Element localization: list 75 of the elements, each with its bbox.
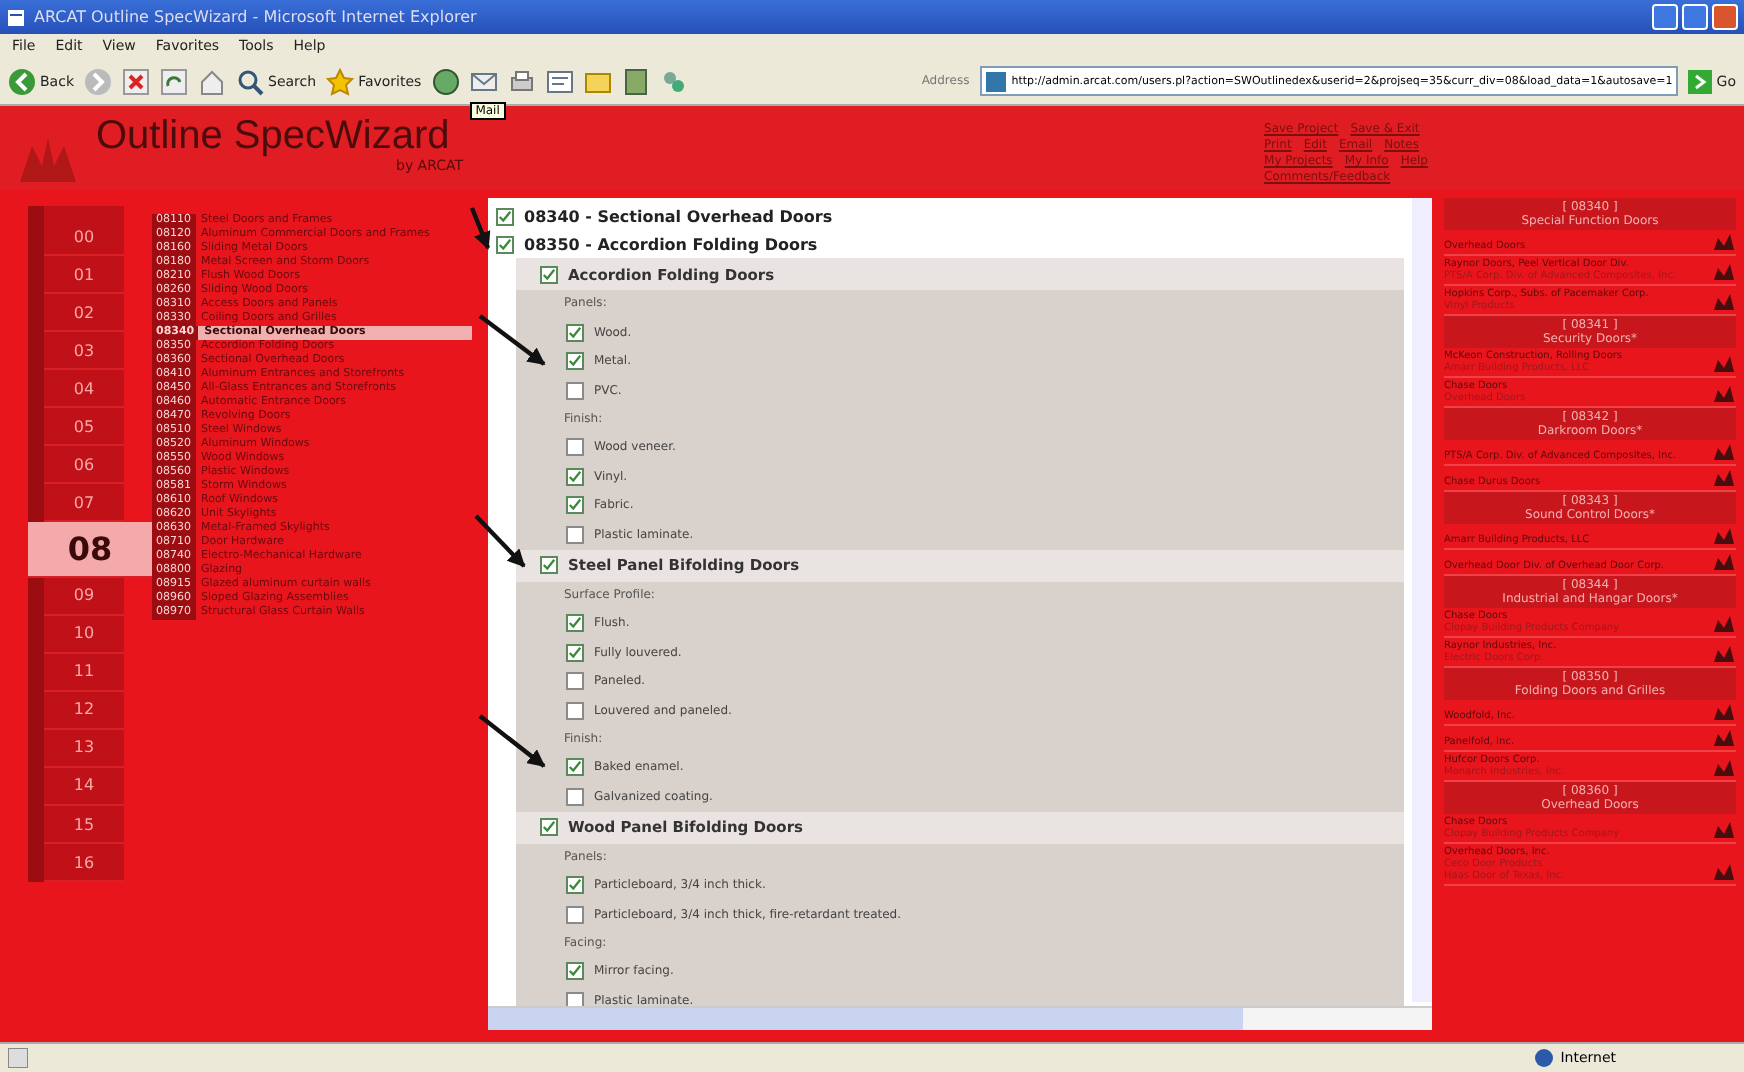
search-icon: [236, 67, 264, 95]
crown-icon[interactable]: [1712, 758, 1736, 778]
crown-logo-icon: [16, 134, 76, 186]
division-tab[interactable]: 12: [44, 691, 124, 730]
checkbox[interactable]: [496, 207, 514, 225]
crown-icon[interactable]: [1712, 468, 1736, 488]
crown-icon[interactable]: [1712, 384, 1736, 404]
crown-icon[interactable]: [1712, 862, 1736, 882]
crown-icon[interactable]: [1712, 354, 1736, 374]
division-tab[interactable]: 06: [44, 446, 124, 485]
division-tab[interactable]: 16: [44, 844, 124, 883]
checkbox[interactable]: [566, 905, 584, 924]
crown-icon[interactable]: [1712, 820, 1736, 840]
division-tab[interactable]: 09: [44, 577, 124, 616]
print-icon[interactable]: [507, 67, 536, 95]
checkbox[interactable]: [566, 758, 584, 777]
checkbox[interactable]: [566, 525, 584, 544]
checkbox[interactable]: [566, 614, 584, 633]
section-title: 08350 - Accordion Folding Doors: [524, 235, 818, 253]
vertical-scrollbar[interactable]: [1412, 198, 1432, 1002]
mail-icon[interactable]: [469, 67, 498, 95]
crown-icon[interactable]: [1712, 262, 1736, 282]
division-tab[interactable]: 05: [44, 408, 124, 447]
checkbox[interactable]: [566, 381, 584, 400]
globe-icon: [1534, 1048, 1555, 1068]
checkbox[interactable]: [566, 438, 584, 457]
checkbox[interactable]: [566, 643, 584, 662]
checkbox[interactable]: [566, 467, 584, 486]
star-icon: [326, 67, 355, 95]
division-tab[interactable]: 00: [44, 218, 124, 257]
crown-icon[interactable]: [1712, 292, 1736, 312]
division-tab[interactable]: 04: [44, 370, 124, 409]
checkbox[interactable]: [540, 556, 558, 574]
crown-icon[interactable]: [1712, 644, 1736, 664]
division-tab[interactable]: 08: [28, 522, 152, 578]
app-title: Outline SpecWizard: [96, 114, 452, 158]
division-tab[interactable]: 11: [44, 653, 124, 692]
division-tab[interactable]: 13: [44, 729, 124, 768]
annotation-arrow: [469, 207, 491, 250]
crown-icon[interactable]: [1712, 728, 1736, 748]
section-title: 08340 - Sectional Overhead Doors: [524, 207, 833, 225]
forward-icon[interactable]: [84, 67, 112, 95]
checkbox[interactable]: [566, 787, 584, 806]
division-tab[interactable]: 15: [44, 805, 124, 845]
checkbox[interactable]: [566, 323, 584, 342]
division-tab[interactable]: 02: [44, 294, 124, 333]
checkbox[interactable]: [566, 876, 584, 895]
stop-icon[interactable]: [122, 67, 150, 95]
annotation-arrow: [478, 714, 546, 768]
annotation-arrow: [474, 514, 526, 568]
division-tab[interactable]: 01: [44, 256, 124, 295]
division-tab[interactable]: 03: [44, 332, 124, 371]
refresh-icon[interactable]: [160, 67, 188, 95]
maximize-button[interactable]: [1682, 4, 1708, 30]
checkbox[interactable]: [566, 962, 584, 981]
division-tab[interactable]: 14: [44, 767, 124, 806]
close-button[interactable]: [1712, 4, 1738, 30]
home-icon[interactable]: [198, 67, 226, 95]
checkbox[interactable]: [540, 818, 558, 836]
checkbox[interactable]: [566, 352, 584, 371]
checkbox[interactable]: [566, 496, 584, 515]
crown-icon[interactable]: [1712, 552, 1736, 572]
edit-icon[interactable]: [545, 67, 574, 95]
division-tab[interactable]: 10: [44, 615, 124, 654]
minimize-button[interactable]: [1652, 4, 1678, 30]
checkbox[interactable]: [566, 701, 584, 720]
app-icon: [6, 7, 26, 27]
crown-icon[interactable]: [1712, 614, 1736, 634]
window-title: ARCAT Outline SpecWizard - Microsoft Internet Explorer: [34, 8, 479, 26]
horizontal-scrollbar[interactable]: [488, 1006, 1432, 1030]
checkbox[interactable]: [566, 672, 584, 691]
annotation-arrow: [478, 314, 546, 366]
checkbox[interactable]: [496, 235, 514, 253]
checkbox[interactable]: [540, 265, 558, 283]
checkbox[interactable]: [566, 991, 584, 1006]
